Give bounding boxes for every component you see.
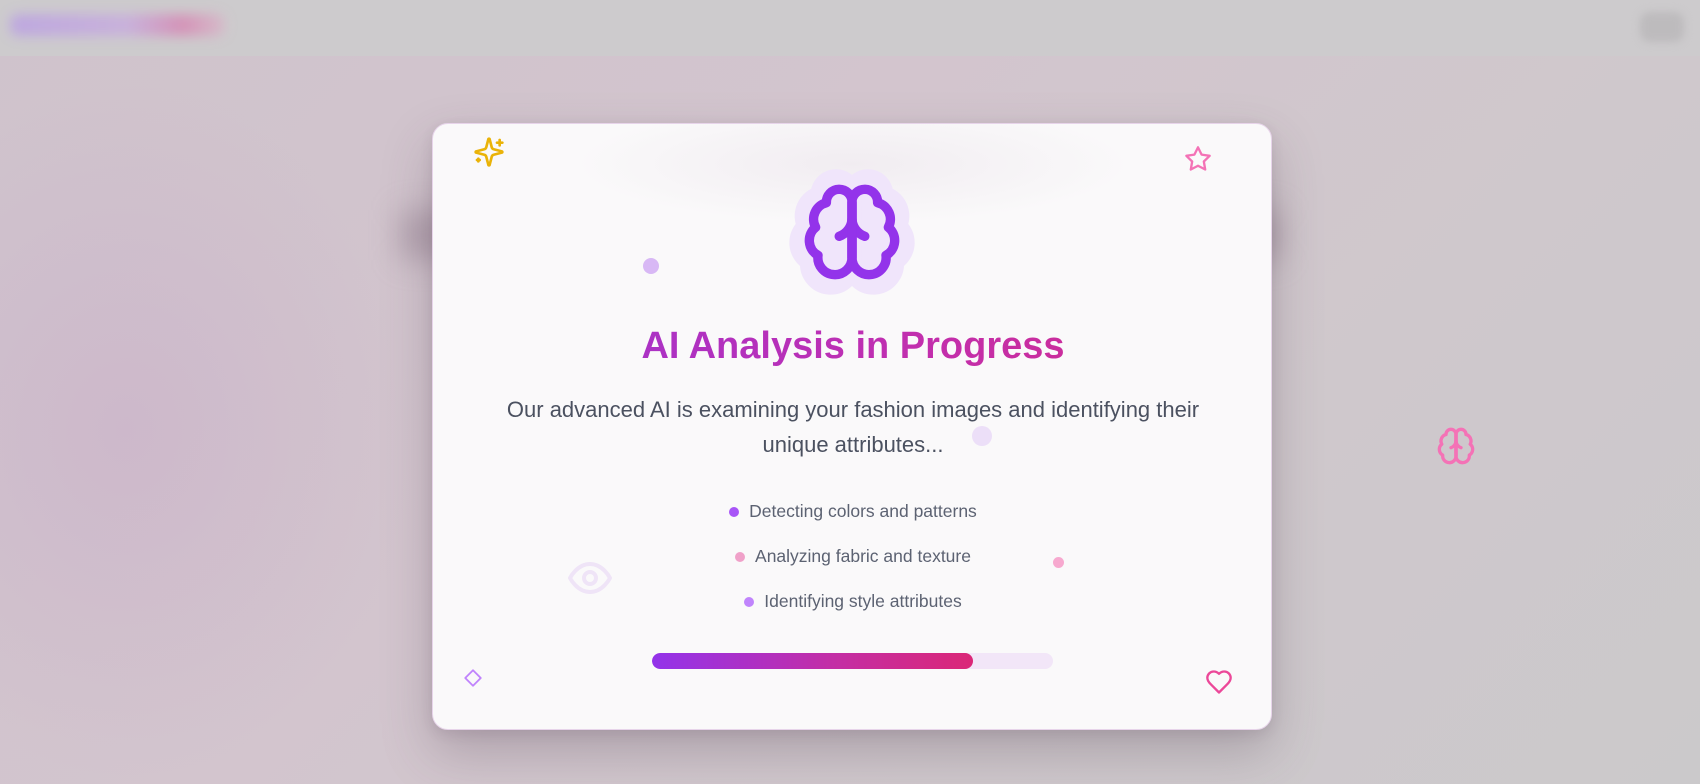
step-bullet (735, 551, 746, 562)
progress-fill (652, 653, 973, 669)
modal-title: AI Analysis in Progress (433, 324, 1271, 368)
decor-dot (643, 258, 659, 274)
analysis-steps: Detecting colors and patterns Analyzing … (433, 489, 1271, 624)
heart-icon (1206, 670, 1232, 694)
star-icon (1185, 146, 1211, 171)
brain-icon (804, 184, 900, 280)
sparkles-icon (474, 137, 504, 167)
app-logo (10, 14, 225, 36)
step-label: Analyzing fabric and texture (755, 546, 971, 566)
step-item: Identifying style attributes (433, 579, 1271, 624)
background-glow (0, 80, 420, 780)
analysis-modal: AI Analysis in Progress Our advanced AI … (432, 123, 1272, 730)
diamond-icon (464, 669, 482, 687)
step-bullet (729, 506, 740, 517)
brain-badge (788, 168, 916, 296)
app-header (0, 0, 1700, 56)
progress-bar (652, 653, 1053, 669)
brain-icon (1437, 427, 1475, 465)
modal-subtitle: Our advanced AI is examining your fashio… (506, 397, 1200, 457)
step-item: Detecting colors and patterns (433, 489, 1271, 534)
header-menu (1640, 12, 1684, 42)
step-label: Detecting colors and patterns (749, 501, 977, 521)
step-item: Analyzing fabric and texture (433, 534, 1271, 579)
step-bullet (744, 596, 755, 607)
step-label: Identifying style attributes (764, 591, 962, 611)
